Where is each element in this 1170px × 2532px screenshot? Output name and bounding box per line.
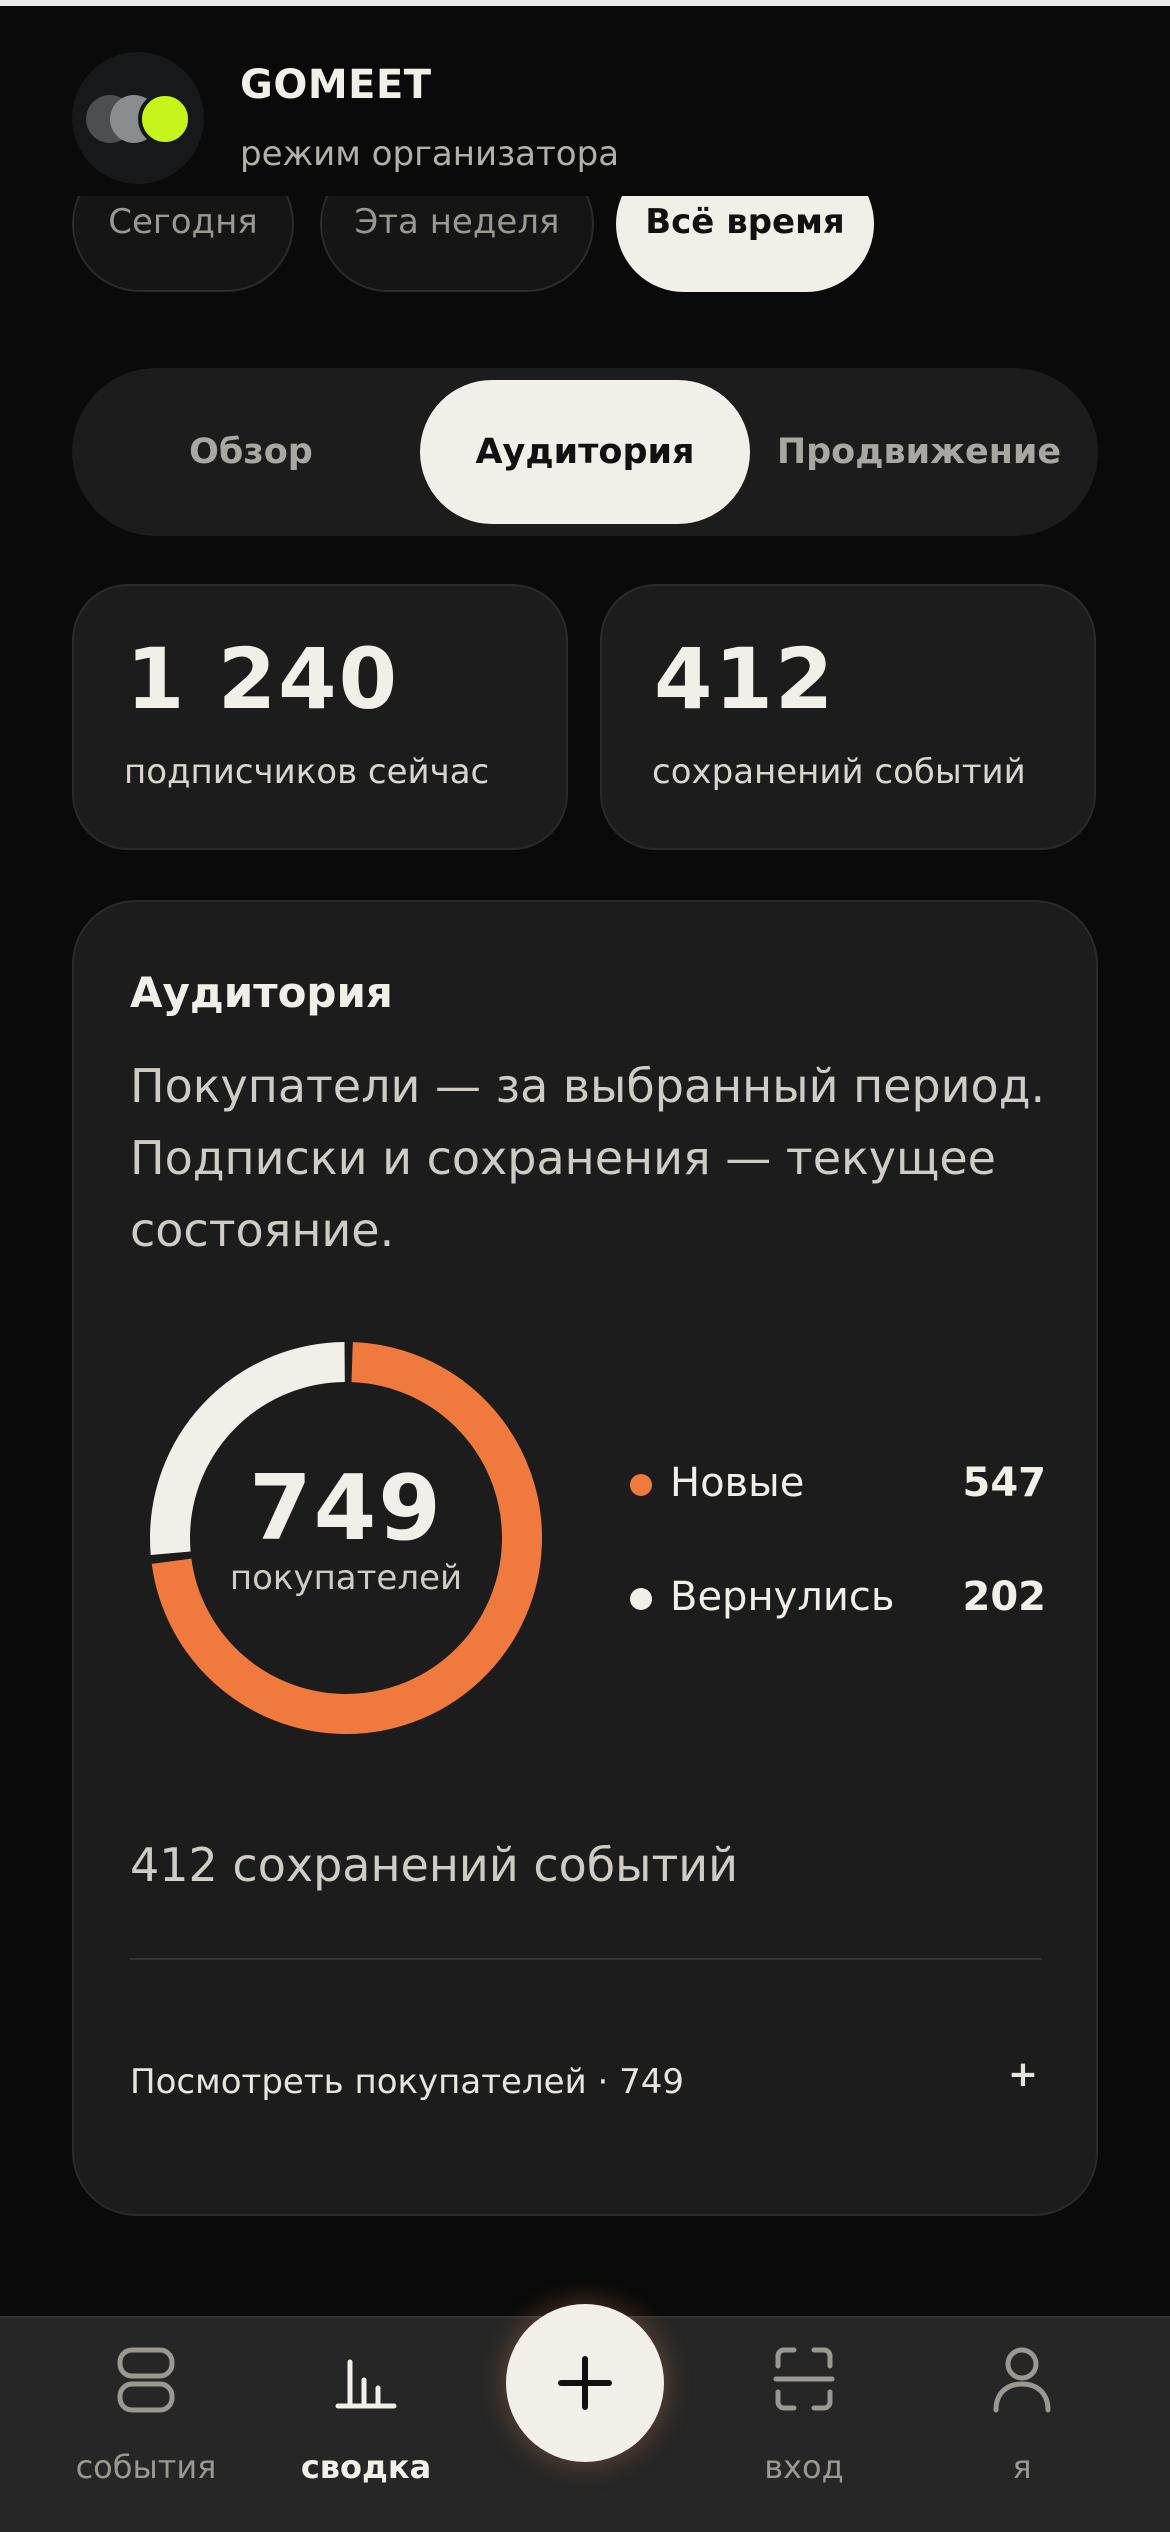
stat-label: подписчиков сейчас <box>124 752 490 792</box>
legend-dot-returned <box>630 1588 652 1610</box>
audience-description: Покупатели — за выбранный период. Подпис… <box>130 1059 1046 1257</box>
legend-label: Вернулись <box>670 1574 895 1620</box>
stat-label: сохранений событий <box>652 752 1026 792</box>
audience-card: Аудитория Покупатели — за выбранный пери… <box>72 900 1098 2216</box>
scan-icon <box>773 2347 835 2411</box>
stat-value: 1 240 <box>126 630 400 728</box>
view-buyers-link[interactable]: Посмотреть покупателей · 749 <box>130 2062 684 2102</box>
audience-title: Аудитория <box>130 968 393 1017</box>
brand-name: GOMEET <box>240 62 432 108</box>
organizer-mode-label: режим организатора <box>240 134 620 174</box>
period-chip-all-time[interactable]: Всё время <box>616 196 874 292</box>
nav-summary[interactable]: сводка <box>266 2318 466 2532</box>
donut-total-label: покупателей <box>229 1558 463 1598</box>
section-tabs: Обзор Аудитория Продвижение <box>72 368 1098 536</box>
legend-new: Новые 547 <box>620 1454 1046 1514</box>
tab-audience[interactable]: Аудитория <box>420 380 750 524</box>
legend-returned: Вернулись 202 <box>620 1568 1046 1628</box>
stat-card-saves: 412 сохранений событий <box>600 584 1096 850</box>
nav-label: вход <box>764 2448 844 2486</box>
nav-label: я <box>1012 2448 1032 2486</box>
nav-label: события <box>75 2448 217 2486</box>
stat-card-subscribers: 1 240 подписчиков сейчас <box>72 584 568 850</box>
app-logo-icon <box>72 52 204 184</box>
legend-dot-new <box>630 1474 652 1496</box>
logo-circle-green <box>138 92 192 146</box>
create-event-button[interactable] <box>506 2304 664 2462</box>
nav-profile[interactable]: я <box>922 2318 1122 2532</box>
legend-value: 202 <box>962 1574 1047 1620</box>
divider <box>130 1958 1042 1960</box>
events-stack-icon <box>117 2347 175 2413</box>
tab-promotion[interactable]: Продвижение <box>760 380 1078 524</box>
tab-overview[interactable]: Обзор <box>92 380 410 524</box>
legend-value: 547 <box>962 1460 1047 1506</box>
stat-value: 412 <box>654 630 836 728</box>
nav-events[interactable]: события <box>46 2318 246 2532</box>
nav-label: сводка <box>300 2448 432 2486</box>
expand-plus-icon[interactable]: + <box>1008 2054 1038 2095</box>
nav-entry[interactable]: вход <box>704 2318 904 2532</box>
saves-summary: 412 сохранений событий <box>130 1838 739 1892</box>
app-header: GOMEET режим организатора <box>72 52 1102 192</box>
legend-label: Новые <box>670 1460 805 1506</box>
user-icon <box>993 2347 1051 2413</box>
period-chip-today[interactable]: Сегодня <box>72 196 294 292</box>
donut-total: 749 <box>249 1456 443 1561</box>
period-chip-week[interactable]: Эта неделя <box>320 196 594 292</box>
bar-chart-icon <box>335 2359 397 2409</box>
plus-icon <box>558 2356 612 2410</box>
status-strip <box>0 0 1170 6</box>
period-filter: Сегодня Эта неделя Всё время <box>72 196 1102 296</box>
